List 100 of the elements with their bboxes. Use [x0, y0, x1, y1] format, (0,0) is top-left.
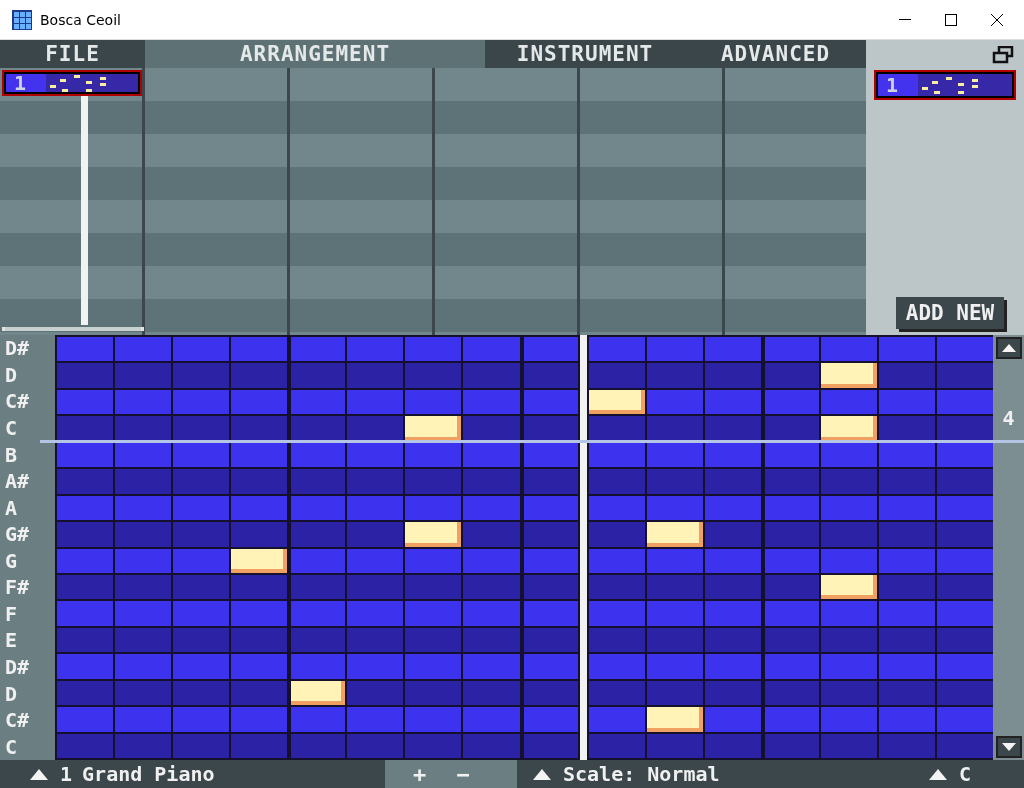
grid-cell[interactable]: [463, 389, 520, 415]
grid-cell[interactable]: [57, 707, 114, 732]
minimize-icon[interactable]: [899, 18, 911, 21]
grid-cell[interactable]: [646, 389, 703, 415]
grid-cell[interactable]: [764, 654, 819, 679]
grid-cell[interactable]: [588, 733, 645, 758]
grid-cell[interactable]: [291, 469, 346, 494]
grid-cell[interactable]: [588, 574, 645, 600]
grid-cell[interactable]: [347, 389, 404, 415]
grid-cell[interactable]: [820, 707, 877, 732]
grid-cell[interactable]: [405, 469, 462, 494]
grid-cell[interactable]: [405, 495, 462, 521]
grid-cell[interactable]: [646, 574, 703, 600]
grid-cell[interactable]: [523, 680, 578, 706]
grid-cell[interactable]: [173, 442, 230, 468]
grid-cell[interactable]: [405, 680, 462, 706]
grid-cell[interactable]: [57, 548, 114, 573]
grid-cell[interactable]: [588, 469, 645, 494]
grid-cell[interactable]: [588, 442, 645, 468]
remove-instrument-button[interactable]: −: [446, 761, 480, 787]
grid-cell[interactable]: [646, 654, 703, 679]
grid-cell[interactable]: [646, 416, 703, 441]
grid-cell[interactable]: [936, 654, 993, 679]
grid-cell[interactable]: [115, 707, 172, 732]
grid-cell[interactable]: [936, 601, 993, 626]
grid-cell[interactable]: [291, 522, 346, 547]
grid-cell[interactable]: [936, 574, 993, 600]
grid-cell[interactable]: [588, 680, 645, 706]
grid-cell[interactable]: [115, 601, 172, 626]
scroll-up-button[interactable]: [995, 337, 1022, 359]
grid-cell[interactable]: [820, 733, 877, 758]
grid-cell[interactable]: [57, 337, 114, 362]
grid-cell[interactable]: [878, 601, 935, 626]
grid-cell[interactable]: [936, 363, 993, 388]
grid-cell[interactable]: [115, 416, 172, 441]
grid-cell[interactable]: [405, 442, 462, 468]
grid-cell[interactable]: [347, 495, 404, 521]
grid-cell[interactable]: [704, 522, 761, 547]
grid-cell[interactable]: [523, 389, 578, 415]
grid-cell[interactable]: [291, 548, 346, 573]
grid-cell[interactable]: [878, 733, 935, 758]
grid-cell[interactable]: [173, 680, 230, 706]
grid-cell[interactable]: [57, 601, 114, 626]
grid-cell[interactable]: [405, 574, 462, 600]
grid-cell[interactable]: [463, 680, 520, 706]
grid-cell[interactable]: [57, 442, 114, 468]
instrument-name[interactable]: Grand Piano: [82, 762, 215, 786]
grid-cell[interactable]: [523, 601, 578, 626]
grid-cell[interactable]: [936, 416, 993, 441]
grid-cell[interactable]: [405, 733, 462, 758]
grid-cell[interactable]: [646, 548, 703, 573]
grid-cell[interactable]: [878, 337, 935, 362]
grid-cell[interactable]: [173, 601, 230, 626]
maximize-icon[interactable]: [945, 13, 957, 26]
grid-cell[interactable]: [878, 416, 935, 441]
grid-cell[interactable]: [936, 707, 993, 732]
grid-cell[interactable]: [115, 495, 172, 521]
grid-cell[interactable]: [57, 363, 114, 388]
grid-cell[interactable]: [231, 337, 288, 362]
grid-cell[interactable]: [231, 416, 288, 441]
grid-cell[interactable]: [646, 495, 703, 521]
grid-cell[interactable]: [820, 548, 877, 573]
grid-cell[interactable]: [820, 627, 877, 653]
grid-cell[interactable]: [704, 548, 761, 573]
grid-cell[interactable]: [115, 469, 172, 494]
grid-cell[interactable]: [231, 680, 288, 706]
grid-cell[interactable]: [764, 469, 819, 494]
grid-cell[interactable]: [463, 733, 520, 758]
grid-cell[interactable]: [878, 707, 935, 732]
menu-tab[interactable]: ARRANGEMENT: [145, 40, 485, 68]
grid-cell[interactable]: [764, 495, 819, 521]
grid-cell[interactable]: [588, 416, 645, 441]
arrangement-grid[interactable]: 1: [0, 68, 866, 335]
grid-cell[interactable]: [173, 733, 230, 758]
grid-cell[interactable]: [820, 495, 877, 521]
grid-cell[interactable]: [463, 707, 520, 732]
grid-cell[interactable]: [405, 707, 462, 732]
grid-cell[interactable]: [764, 707, 819, 732]
grid-cell[interactable]: [405, 548, 462, 573]
grid-cell[interactable]: [878, 522, 935, 547]
grid-cell[interactable]: [704, 654, 761, 679]
pattern-block[interactable]: 1: [2, 70, 142, 96]
grid-cell[interactable]: [231, 707, 288, 732]
grid-cell[interactable]: [57, 654, 114, 679]
grid-cell[interactable]: [878, 442, 935, 468]
grid-cell[interactable]: [764, 363, 819, 388]
grid-cell[interactable]: [646, 733, 703, 758]
grid-cell[interactable]: [646, 337, 703, 362]
grid-cell[interactable]: [704, 416, 761, 441]
up-triangle-icon[interactable]: [28, 767, 50, 781]
grid-cell[interactable]: [405, 337, 462, 362]
grid-cell[interactable]: [523, 442, 578, 468]
grid-cell[interactable]: [936, 495, 993, 521]
grid-cell[interactable]: [588, 548, 645, 573]
pattern-block[interactable]: 1: [874, 70, 1016, 100]
grid-cell[interactable]: [463, 363, 520, 388]
grid-cell[interactable]: [646, 601, 703, 626]
grid-cell[interactable]: [523, 469, 578, 494]
grid-cell[interactable]: [291, 416, 346, 441]
grid-cell[interactable]: [463, 574, 520, 600]
